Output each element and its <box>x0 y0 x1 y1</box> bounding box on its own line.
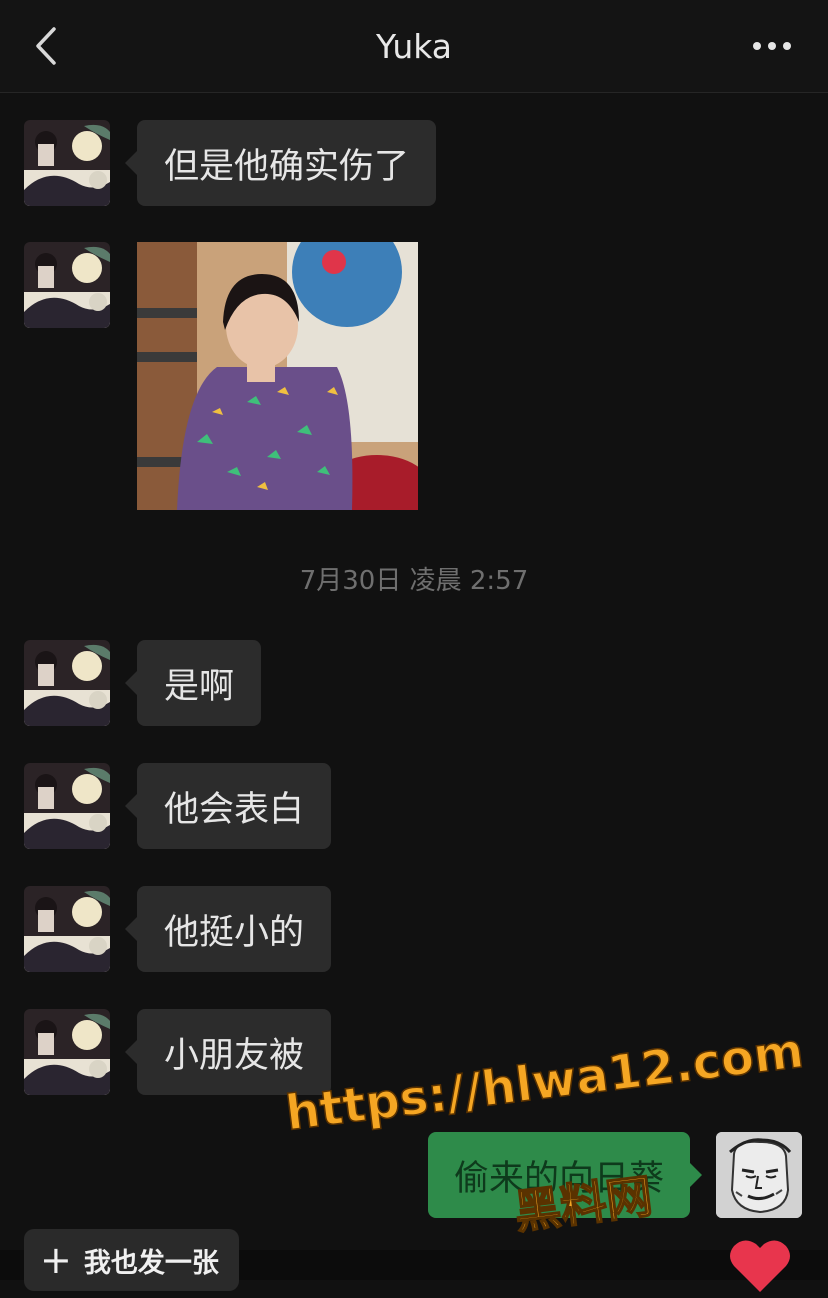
contact-avatar[interactable] <box>24 640 110 726</box>
chevron-left-icon <box>36 27 56 65</box>
share-button-label: 我也发一张 <box>83 1247 219 1279</box>
message-bubble[interactable]: 他会表白 <box>124 763 332 849</box>
like-button[interactable] <box>728 1238 792 1294</box>
message-row: 但是他确实伤了 <box>24 120 437 206</box>
message-row: 他挺小的 <box>24 886 332 972</box>
ellipsis-icon <box>753 42 791 50</box>
watermark-url: https://hlwa12.com <box>282 1022 808 1143</box>
more-button[interactable] <box>744 24 800 68</box>
message-bubble[interactable]: 小朋友被 <box>124 1009 332 1095</box>
heart-icon <box>730 1240 790 1292</box>
back-button[interactable] <box>22 22 70 70</box>
message-row: 小朋友被 <box>24 1009 332 1095</box>
contact-avatar[interactable] <box>24 242 110 328</box>
contact-avatar[interactable] <box>24 886 110 972</box>
message-row <box>24 242 418 510</box>
contact-avatar[interactable] <box>24 1009 110 1095</box>
chat-title: Yuka <box>375 26 453 66</box>
message-bubble[interactable]: 但是他确实伤了 <box>124 120 437 206</box>
message-row: 是啊 <box>24 640 262 726</box>
share-button[interactable]: + 我也发一张 <box>24 1229 239 1291</box>
message-photo[interactable] <box>137 242 418 510</box>
contact-avatar[interactable] <box>24 120 110 206</box>
message-bubble[interactable]: 是啊 <box>124 640 262 726</box>
contact-avatar[interactable] <box>24 763 110 849</box>
own-avatar[interactable] <box>716 1132 802 1218</box>
top-bar: Yuka <box>0 0 828 93</box>
plus-icon: + <box>40 1238 72 1282</box>
message-bubble[interactable]: 他挺小的 <box>124 886 332 972</box>
message-row: 他会表白 <box>24 763 332 849</box>
chat-timestamp: 7月30日 凌晨 2:57 <box>299 566 529 596</box>
